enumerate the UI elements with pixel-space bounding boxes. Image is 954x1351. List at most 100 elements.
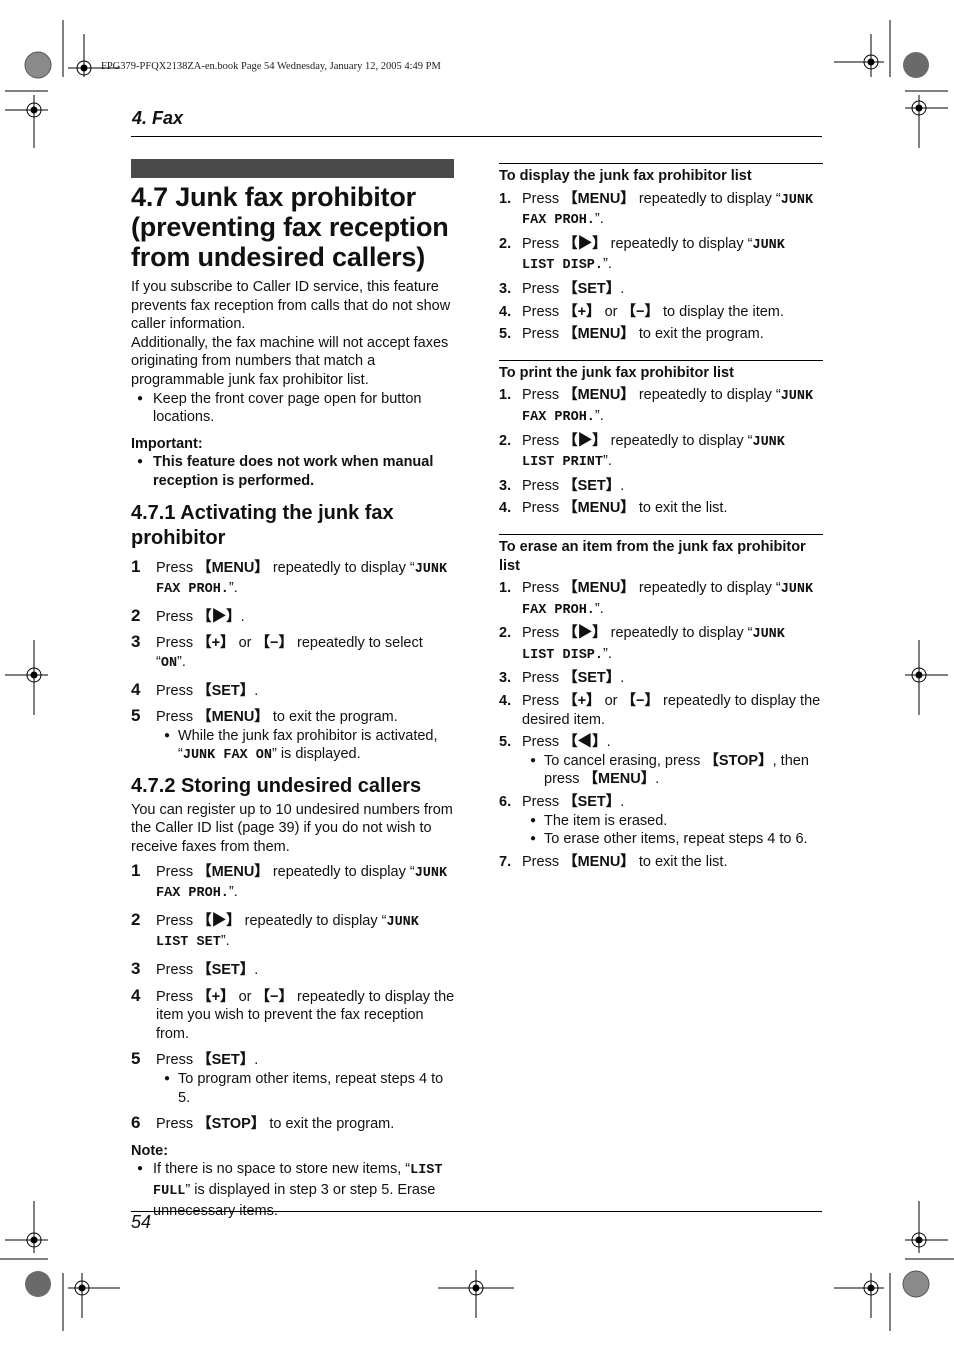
key-label: 【SET】 bbox=[563, 794, 621, 811]
step-bullet-note: While the junk fax prohibitor is activat… bbox=[156, 727, 456, 766]
erase-step-7: 7. Press 【MENU】 to exit the list. bbox=[499, 853, 823, 872]
step-text-a: Press bbox=[522, 580, 564, 597]
page-number: 54 bbox=[131, 1212, 152, 1232]
step-text: Press 【MENU】 to exit the program. bbox=[522, 325, 823, 344]
step-number: 5 bbox=[131, 706, 141, 726]
step-text-a: Press bbox=[156, 912, 198, 929]
storing-step-4: 4 Press 【+】 or 【−】 repeatedly to display … bbox=[131, 986, 456, 1044]
display-step-4: 4. Press 【+】 or 【−】 to display the item. bbox=[499, 303, 823, 322]
step-text-a: Press bbox=[522, 477, 564, 494]
step-number: 1. bbox=[499, 580, 512, 597]
step-text-a: Press bbox=[522, 794, 564, 811]
step-text-c: ”. bbox=[177, 653, 186, 670]
activating-steps: 1 Press 【MENU】 repeatedly to display “JUN… bbox=[131, 557, 456, 766]
step-text-b: repeatedly to display “ bbox=[606, 625, 753, 642]
step-text-a: Press bbox=[522, 625, 564, 642]
step-text-a: Press bbox=[522, 387, 564, 404]
key-label: 【−】 bbox=[621, 693, 659, 710]
step-text: Press 【◀】.To cancel erasing, press 【STOP… bbox=[522, 733, 823, 789]
note-text-a: If there is no space to store new items,… bbox=[153, 1161, 411, 1178]
erase-step-6: 6. Press 【SET】.The item is erased. To eras… bbox=[499, 793, 823, 849]
step-text-b: . bbox=[254, 1052, 259, 1069]
print-step-3: 3. Press 【SET】. bbox=[499, 477, 823, 496]
step-number: 5 bbox=[131, 1049, 141, 1069]
print-list-title: To print the junk fax prohibitor list bbox=[499, 364, 734, 381]
step-number: 6 bbox=[131, 1113, 141, 1133]
step-number: 3. bbox=[499, 670, 512, 687]
step-text-c: ”. bbox=[603, 453, 612, 470]
step-text-c: ”. bbox=[603, 645, 612, 662]
step-text: Press 【▶】 repeatedly to display “JUNK LI… bbox=[156, 912, 456, 953]
key-label: 【◀】 bbox=[563, 734, 607, 751]
step-text-a: Press bbox=[522, 235, 564, 252]
step-text-b: or bbox=[600, 693, 622, 710]
step-text-b: to exit the program. bbox=[268, 709, 398, 726]
step-text: Press 【▶】 repeatedly to display “JUNK LI… bbox=[522, 624, 823, 665]
key-label: 【MENU】 bbox=[563, 853, 635, 870]
note-c: . bbox=[655, 771, 660, 788]
step-number: 4. bbox=[499, 303, 512, 320]
step-text-b: to exit the list. bbox=[634, 500, 728, 517]
intro-bullet: Keep the front cover page open for butto… bbox=[131, 390, 456, 427]
step-number: 4 bbox=[131, 679, 141, 699]
step-number: 5. bbox=[499, 326, 512, 343]
key-label: 【MENU】 bbox=[563, 190, 635, 207]
step-number: 5. bbox=[499, 734, 512, 751]
step-text-b: . bbox=[240, 608, 245, 625]
important-label: Important: bbox=[131, 435, 203, 452]
step-text-a: Press bbox=[522, 326, 564, 343]
key-label: 【MENU】 bbox=[583, 771, 656, 788]
erase-item-steps: 1. Press 【MENU】 repeatedly to display “JU… bbox=[499, 579, 823, 871]
note-a: To cancel erasing, press bbox=[544, 752, 705, 769]
footer-rule bbox=[131, 1211, 822, 1212]
erase-step-5: 5.Press 【◀】.To cancel erasing, press 【ST… bbox=[499, 733, 823, 789]
display-step-3: 3. Press 【SET】. bbox=[499, 280, 823, 299]
step-text: Press 【MENU】 repeatedly to display “JUNK… bbox=[522, 386, 823, 427]
step-text-b: to exit the program. bbox=[634, 326, 764, 343]
header-rule bbox=[131, 136, 822, 137]
key-label: 【+】 bbox=[197, 988, 235, 1005]
step-text: Press 【SET】. bbox=[156, 682, 456, 701]
step-text: Press 【SET】.The item is erased. To erase … bbox=[522, 793, 823, 849]
step-text-b: repeatedly to display “ bbox=[240, 912, 387, 929]
storing-step-3: 3 Press 【SET】. bbox=[131, 959, 456, 980]
key-label: 【SET】 bbox=[563, 670, 621, 687]
step-text-a: Press bbox=[156, 863, 198, 880]
step-text: Press 【MENU】 repeatedly to display “JUNK… bbox=[156, 863, 456, 904]
key-label: 【▶】 bbox=[197, 608, 241, 625]
key-label: 【−】 bbox=[255, 988, 293, 1005]
step-text-b: repeatedly to display “ bbox=[634, 387, 781, 404]
storing-step-1: 1 Press 【MENU】 repeatedly to display “JUN… bbox=[131, 861, 456, 904]
step-number: 1. bbox=[499, 190, 512, 207]
step-number: 7. bbox=[499, 853, 512, 870]
key-label: 【MENU】 bbox=[197, 709, 269, 726]
step-bullet-note: To erase other items, repeat steps 4 to … bbox=[522, 830, 823, 849]
storing-intro: You can register up to 10 undesired numb… bbox=[131, 801, 453, 856]
storing-step-5: 5 Press 【SET】. To program other items, rep… bbox=[131, 1049, 456, 1107]
key-label: 【MENU】 bbox=[197, 863, 269, 880]
step-number: 3 bbox=[131, 632, 141, 652]
erase-step-1: 1. Press 【MENU】 repeatedly to display “JU… bbox=[499, 579, 823, 620]
note: To program other items, repeat steps 4 t… bbox=[178, 1071, 444, 1106]
step-text: Press 【MENU】 to exit the list. bbox=[522, 499, 823, 518]
step-text: Press 【MENU】 repeatedly to display “JUNK… bbox=[522, 190, 823, 231]
step-text-b: to exit the program. bbox=[265, 1116, 395, 1133]
step-text: Press 【SET】. bbox=[522, 280, 823, 299]
step-number: 3. bbox=[499, 280, 512, 297]
step-text: Press 【▶】 repeatedly to display “JUNK LI… bbox=[522, 432, 823, 473]
step-text: Press 【MENU】 repeatedly to display “JUNK… bbox=[522, 579, 823, 620]
storing-steps: 1 Press 【MENU】 repeatedly to display “JUN… bbox=[131, 861, 456, 1134]
subsection-title-storing: 4.7.2 Storing undesired callers bbox=[131, 774, 422, 797]
chapter-header: 4. Fax bbox=[132, 108, 184, 128]
step-text-b2: to display the item. bbox=[658, 303, 784, 320]
step-number: 2 bbox=[131, 605, 141, 625]
step-number: 3 bbox=[131, 959, 141, 979]
storing-step-2: 2 Press 【▶】 repeatedly to display “JUNK L… bbox=[131, 910, 456, 953]
step-text-b: repeatedly to display “ bbox=[606, 432, 753, 449]
step-text-b: . bbox=[620, 280, 625, 297]
step-text-b: or bbox=[234, 635, 256, 652]
print-list-section: To print the junk fax prohibitor list 1.… bbox=[499, 359, 823, 518]
step-text-a: Press bbox=[156, 1052, 198, 1069]
step-number: 3. bbox=[499, 477, 512, 494]
step-text-c: ”. bbox=[220, 933, 230, 950]
